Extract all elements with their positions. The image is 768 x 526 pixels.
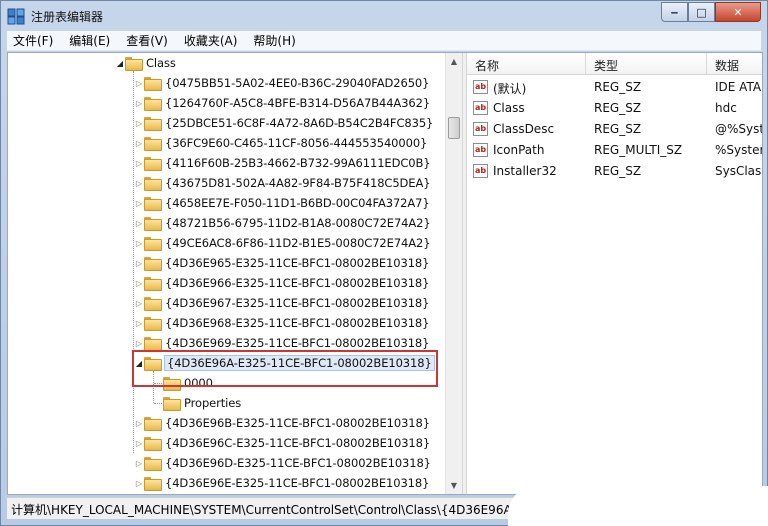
list-header: 名称 类型 数据 bbox=[467, 53, 762, 75]
tree-node[interactable]: ▷ {25DBCE51-6C8F-4A72-8A6D-B54C2B4FC835} bbox=[134, 113, 433, 133]
values-list[interactable]: 名称 类型 数据 ab (默认) REG_SZ IDE ATA ab Class… bbox=[467, 53, 762, 494]
tree-node[interactable]: ▷ {4D36E968-E325-11CE-BFC1-08002BE10318} bbox=[134, 313, 429, 333]
folder-icon bbox=[144, 77, 162, 91]
tree-node[interactable]: ▷ {36FC9E60-C465-11CF-8056-444553540000} bbox=[134, 133, 427, 153]
folder-icon bbox=[144, 197, 162, 211]
expand-triangle-icon[interactable]: ▷ bbox=[134, 179, 144, 188]
registry-editor-window: 注册表编辑器 ‒ □ ✕ 文件(F) 编辑(E) 查看(V) 收藏夹(A) 帮助… bbox=[0, 0, 768, 526]
folder-icon bbox=[144, 257, 162, 271]
list-item[interactable]: ab IconPath REG_MULTI_SZ %Syster bbox=[467, 140, 762, 161]
folder-icon bbox=[144, 477, 162, 491]
expand-triangle-icon[interactable]: ▷ bbox=[134, 299, 144, 308]
tree-node[interactable]: ▷ {4D36E965-E325-11CE-BFC1-08002BE10318} bbox=[134, 253, 429, 273]
list-item[interactable]: ab ClassDesc REG_SZ @%Syst bbox=[467, 119, 762, 140]
string-value-icon: ab bbox=[473, 164, 488, 178]
folder-icon bbox=[144, 457, 162, 471]
window-title: 注册表编辑器 bbox=[31, 10, 104, 24]
expand-triangle-icon[interactable]: ▷ bbox=[134, 419, 144, 428]
tree-node[interactable]: ▷ {4D36E96E-E325-11CE-BFC1-08002BE10318} bbox=[134, 473, 429, 493]
scroll-down-icon[interactable]: ▼ bbox=[446, 477, 462, 494]
folder-icon bbox=[144, 157, 162, 171]
menu-bar: 文件(F) 编辑(E) 查看(V) 收藏夹(A) 帮助(H) bbox=[7, 31, 761, 51]
expand-triangle-icon[interactable]: ▷ bbox=[134, 139, 144, 148]
expand-triangle-icon[interactable]: ▷ bbox=[134, 319, 144, 328]
scroll-up-icon[interactable]: ▲ bbox=[446, 53, 462, 70]
expand-triangle-icon[interactable]: ▷ bbox=[134, 439, 144, 448]
folder-icon bbox=[144, 97, 162, 111]
list-item[interactable]: ab Installer32 REG_SZ SysClass bbox=[467, 161, 762, 182]
expand-triangle-icon[interactable]: ▷ bbox=[134, 219, 144, 228]
scroll-thumb[interactable] bbox=[448, 117, 460, 139]
tree-node[interactable]: ▷ {4D36E967-E325-11CE-BFC1-08002BE10318} bbox=[134, 293, 429, 313]
folder-icon bbox=[144, 117, 162, 131]
expand-triangle-icon[interactable]: ▷ bbox=[134, 459, 144, 468]
list-item[interactable]: ab Class REG_SZ hdc bbox=[467, 98, 762, 119]
maximize-button[interactable]: □ bbox=[688, 2, 715, 22]
expand-triangle-icon[interactable]: ▷ bbox=[134, 279, 144, 288]
string-value-icon: ab bbox=[473, 101, 488, 115]
folder-icon bbox=[144, 337, 162, 351]
string-value-icon: ab bbox=[473, 143, 488, 157]
status-path: 计算机\HKEY_LOCAL_MACHINE\SYSTEM\CurrentCon… bbox=[11, 503, 516, 517]
folder-icon bbox=[144, 217, 162, 231]
menu-edit[interactable]: 编辑(E) bbox=[61, 32, 118, 49]
column-separator[interactable] bbox=[585, 53, 586, 75]
tree-node[interactable]: ▷ {0475BB51-5A02-4EE0-B36C-29040FAD2650} bbox=[134, 73, 429, 93]
menu-help[interactable]: 帮助(H) bbox=[245, 32, 303, 49]
tree-node[interactable]: ▷ {48721B56-6795-11D2-B1A8-0080C72E74A2} bbox=[134, 213, 431, 233]
expand-triangle-icon[interactable]: ▷ bbox=[134, 199, 144, 208]
tree-node[interactable]: ▷ {4D36E966-E325-11CE-BFC1-08002BE10318} bbox=[134, 273, 429, 293]
collapse-triangle-icon[interactable]: ◢ bbox=[115, 59, 125, 68]
folder-icon bbox=[144, 137, 162, 151]
folder-icon bbox=[144, 177, 162, 191]
column-separator[interactable] bbox=[706, 53, 707, 75]
title-bar[interactable]: 注册表编辑器 ‒ □ ✕ bbox=[1, 1, 767, 31]
expand-triangle-icon[interactable]: ▷ bbox=[134, 339, 144, 348]
tree-node[interactable]: ▷ {4D36E96C-E325-11CE-BFC1-08002BE10318} bbox=[134, 433, 430, 453]
tree-node[interactable]: ▷ {49CE6AC8-6F86-11D2-B1E5-0080C72E74A2} bbox=[134, 233, 431, 253]
column-header-data[interactable]: 数据 bbox=[715, 57, 739, 74]
expand-triangle-icon[interactable]: ▷ bbox=[134, 479, 144, 488]
column-header-name[interactable]: 名称 bbox=[475, 57, 499, 74]
column-header-type[interactable]: 类型 bbox=[594, 57, 618, 74]
list-item[interactable]: ab (默认) REG_SZ IDE ATA bbox=[467, 77, 762, 98]
menu-file[interactable]: 文件(F) bbox=[7, 32, 61, 49]
tree-node[interactable]: ▷ {4116F60B-25B3-4662-B732-99A6111EDC0B} bbox=[134, 153, 431, 173]
tree-node-class[interactable]: ◢ Class bbox=[115, 53, 176, 73]
folder-icon bbox=[144, 297, 162, 311]
tree-node[interactable]: ▷ {43675D81-502A-4A82-9F84-B75F418C5DEA} bbox=[134, 173, 431, 193]
close-button[interactable]: ✕ bbox=[715, 2, 761, 22]
expand-triangle-icon[interactable]: ▷ bbox=[134, 239, 144, 248]
expand-triangle-icon[interactable]: ▷ bbox=[134, 259, 144, 268]
expand-triangle-icon[interactable]: ▷ bbox=[134, 79, 144, 88]
annotation-highlight-box bbox=[132, 350, 438, 387]
expand-triangle-icon[interactable]: ▷ bbox=[134, 119, 144, 128]
image-corner-mask bbox=[508, 486, 768, 526]
client-area: ◢ Class ▷ {0475BB51-5A02-4EE0-B36C-29040… bbox=[7, 52, 763, 495]
tree-node[interactable]: ▷ {4658EE7E-F050-11D1-B6BD-00C04FA372A7} bbox=[134, 193, 430, 213]
folder-icon bbox=[144, 237, 162, 251]
tree-vertical-scrollbar[interactable]: ▲ ▼ bbox=[445, 53, 462, 494]
tree-node[interactable]: ▷ {4D36E96D-E325-11CE-BFC1-08002BE10318} bbox=[134, 453, 431, 473]
menu-view[interactable]: 查看(V) bbox=[118, 32, 176, 49]
string-value-icon: ab bbox=[473, 122, 488, 136]
tree-child-properties[interactable]: Properties bbox=[153, 393, 241, 413]
registry-tree[interactable]: ◢ Class ▷ {0475BB51-5A02-4EE0-B36C-29040… bbox=[8, 53, 445, 494]
folder-open-icon bbox=[125, 57, 143, 71]
expand-triangle-icon[interactable]: ▷ bbox=[134, 99, 144, 108]
tree-node[interactable]: ▷ {4D36E96B-E325-11CE-BFC1-08002BE10318} bbox=[134, 413, 430, 433]
tree-node[interactable]: ▷ {1264760F-A5C8-4BFE-B314-D56A7B44A362} bbox=[134, 93, 430, 113]
window-controls: ‒ □ ✕ bbox=[661, 2, 761, 22]
minimize-button[interactable]: ‒ bbox=[661, 2, 688, 22]
folder-icon bbox=[144, 417, 162, 431]
menu-favorites[interactable]: 收藏夹(A) bbox=[176, 32, 246, 49]
folder-icon bbox=[144, 437, 162, 451]
folder-icon bbox=[144, 317, 162, 331]
folder-icon bbox=[163, 397, 181, 411]
regedit-app-icon bbox=[7, 8, 25, 25]
string-value-icon: ab bbox=[473, 80, 488, 94]
folder-icon bbox=[144, 277, 162, 291]
expand-triangle-icon[interactable]: ▷ bbox=[134, 159, 144, 168]
